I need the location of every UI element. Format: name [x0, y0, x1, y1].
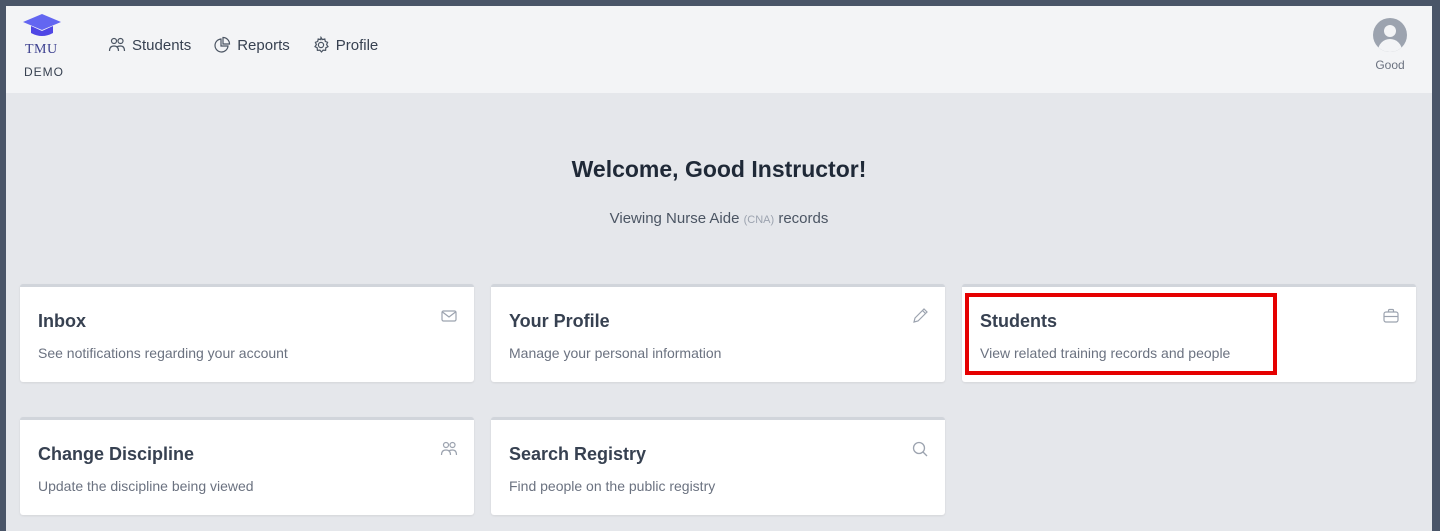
- graduation-cap-icon: [23, 14, 61, 36]
- nav-item-students[interactable]: Students: [108, 36, 191, 54]
- user-menu[interactable]: Good: [1366, 18, 1414, 72]
- users-icon: [440, 441, 458, 456]
- card-description: Find people on the public registry: [509, 478, 716, 494]
- gear-icon: [313, 36, 329, 53]
- card-description: Manage your personal information: [509, 345, 722, 361]
- main-nav: Students Reports Profile: [108, 36, 378, 54]
- mail-icon: [441, 310, 457, 322]
- highlight-box: [965, 293, 1277, 375]
- subtitle-prefix: Viewing Nurse Aide: [609, 210, 740, 227]
- nav-item-label: Profile: [335, 36, 379, 54]
- inbox-card[interactable]: Inbox See notifications regarding your a…: [20, 284, 474, 382]
- pencil-icon: [913, 308, 928, 323]
- card-title: Inbox: [38, 311, 86, 331]
- users-icon: [108, 37, 126, 52]
- pie-chart-icon: [214, 36, 231, 53]
- user-name: Good: [1375, 58, 1405, 72]
- search-icon: [912, 441, 928, 457]
- page-subtitle: Viewing Nurse Aide (CNA) records: [6, 210, 1432, 227]
- logo-text: TMU: [25, 42, 58, 57]
- logo-subtext: DEMO: [24, 65, 64, 79]
- search-registry-card[interactable]: Search Registry Find people on the publi…: [491, 417, 945, 515]
- card-title: Search Registry: [509, 444, 647, 464]
- card-title: Your Profile: [509, 311, 610, 331]
- nav-item-label: Students: [132, 36, 192, 54]
- change-discipline-card[interactable]: Change Discipline Update the discipline …: [20, 417, 474, 515]
- app-frame: TMU DEMO Students Reports Profile Good W…: [6, 6, 1432, 531]
- avatar: [1373, 18, 1407, 52]
- your-profile-card[interactable]: Your Profile Manage your personal inform…: [491, 284, 945, 382]
- briefcase-icon: [1383, 308, 1399, 323]
- nav-item-reports[interactable]: Reports: [213, 36, 290, 54]
- app-logo[interactable]: TMU DEMO: [20, 12, 80, 92]
- card-description: See notifications regarding your account: [38, 345, 288, 361]
- top-nav-bar: TMU DEMO Students Reports Profile Good: [6, 6, 1432, 93]
- card-description: Update the discipline being viewed: [38, 478, 254, 494]
- nav-item-profile[interactable]: Profile: [312, 36, 379, 54]
- discipline-abbr: (CNA): [743, 214, 775, 226]
- page-title: Welcome, Good Instructor!: [571, 156, 867, 182]
- nav-item-label: Reports: [237, 36, 290, 54]
- card-title: Change Discipline: [38, 444, 195, 464]
- subtitle-suffix: records: [778, 210, 829, 227]
